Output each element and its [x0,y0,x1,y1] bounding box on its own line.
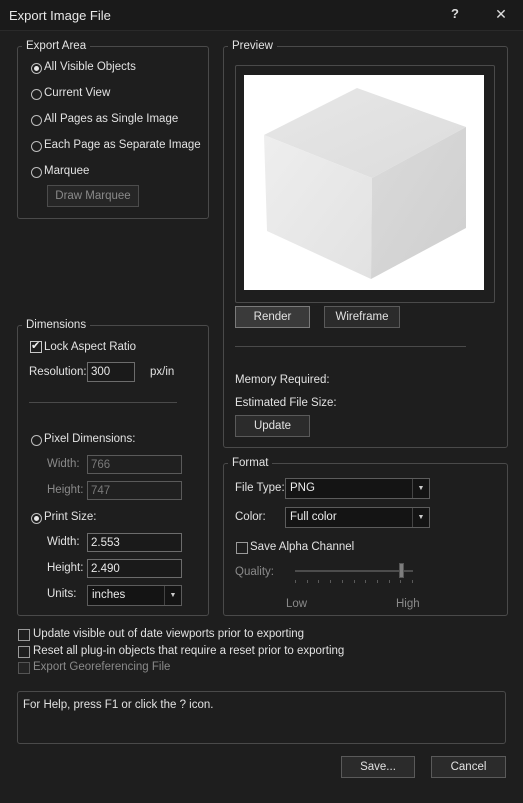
radio-label-all-pages-single[interactable]: All Pages as Single Image [44,113,178,125]
print-width-input[interactable]: 2.553 [87,533,182,552]
lock-aspect-checkbox[interactable] [30,339,42,353]
radio-marquee[interactable] [31,167,42,178]
color-value: Full color [290,511,337,523]
help-icon[interactable]: ? [443,3,467,25]
save-alpha-checkbox[interactable] [236,542,248,554]
quality-label: Quality: [235,566,274,578]
export-georef-label[interactable]: Export Georeferencing File [33,661,170,673]
quality-tick [307,580,308,583]
export-georef-checkbox[interactable] [18,662,30,674]
units-dropdown[interactable]: inches ▼ [87,585,182,606]
file-type-label: File Type: [235,482,285,494]
radio-pixel-dimensions[interactable] [31,435,42,446]
radio-label-all-visible[interactable]: All Visible Objects [44,61,136,73]
pixel-height-label: Height: [47,484,84,496]
color-dropdown[interactable]: Full color ▼ [285,507,430,528]
quality-tick [354,580,355,583]
window-title: Export Image File [9,8,111,23]
radio-label-current-view[interactable]: Current View [44,87,110,99]
units-value: inches [92,589,126,601]
chevron-down-icon: ▼ [412,508,429,527]
preview-divider [235,346,466,347]
radio-current-view[interactable] [31,89,42,100]
quality-tick [389,580,390,583]
reset-plugins-checkbox[interactable] [18,646,30,658]
preview-image [244,75,484,290]
estimated-file-size-label: Estimated File Size: [235,397,337,409]
pixel-height-input[interactable]: 747 [87,481,182,500]
quality-slider-thumb[interactable] [399,563,404,578]
units-label: Units: [47,588,77,600]
chevron-down-icon: ▼ [164,586,181,605]
update-viewports-checkbox[interactable] [18,629,30,641]
resolution-input[interactable]: 300 [87,362,135,382]
quality-tick [342,580,343,583]
update-button[interactable]: Update [235,415,310,437]
print-height-label: Height: [47,562,84,574]
dimensions-divider [29,402,177,403]
quality-tick [400,580,401,583]
wireframe-button[interactable]: Wireframe [324,306,400,328]
save-button[interactable]: Save... [341,756,415,778]
radio-label-marquee[interactable]: Marquee [44,165,89,177]
quality-tick [318,580,319,583]
quality-slider-track[interactable] [295,570,413,572]
cancel-button[interactable]: Cancel [431,756,506,778]
radio-all-visible-objects[interactable] [31,63,42,74]
export-area-legend: Export Area [22,40,91,52]
update-viewports-label[interactable]: Update visible out of date viewports pri… [33,628,304,640]
radio-each-page-separate[interactable] [31,141,42,152]
preview-legend: Preview [228,40,277,52]
radio-all-pages-single[interactable] [31,115,42,126]
quality-slider-ticks [295,580,413,584]
file-type-value: PNG [290,482,315,494]
chevron-down-icon: ▼ [412,479,429,498]
quality-tick [365,580,366,583]
pixel-width-input[interactable]: 766 [87,455,182,474]
render-button[interactable]: Render [235,306,310,328]
quality-tick [412,580,413,583]
print-height-input[interactable]: 2.490 [87,559,182,578]
reset-plugins-label[interactable]: Reset all plug-in objects that require a… [33,645,344,657]
format-legend: Format [228,457,273,469]
pixel-width-label: Width: [47,458,80,470]
quality-high-label: High [396,598,420,610]
save-alpha-label[interactable]: Save Alpha Channel [250,541,354,553]
file-type-dropdown[interactable]: PNG ▼ [285,478,430,499]
print-width-label: Width: [47,536,80,548]
memory-required-label: Memory Required: [235,374,330,386]
close-icon[interactable]: ✕ [489,3,513,25]
help-text: For Help, press F1 or click the ? icon. [23,699,214,711]
quality-tick [330,580,331,583]
lock-aspect-label[interactable]: Lock Aspect Ratio [44,341,136,353]
resolution-label: Resolution: [29,366,87,378]
quality-tick [377,580,378,583]
print-size-label[interactable]: Print Size: [44,511,96,523]
quality-tick [295,580,296,583]
pixel-dimensions-label[interactable]: Pixel Dimensions: [44,433,135,445]
cube-render-image [264,88,466,279]
resolution-unit-label: px/in [150,366,175,378]
radio-label-each-page-separate[interactable]: Each Page as Separate Image [44,139,201,151]
draw-marquee-button[interactable]: Draw Marquee [47,185,139,207]
quality-low-label: Low [286,598,308,610]
color-label: Color: [235,511,266,523]
radio-print-size[interactable] [31,513,42,524]
dimensions-legend: Dimensions [22,319,91,331]
